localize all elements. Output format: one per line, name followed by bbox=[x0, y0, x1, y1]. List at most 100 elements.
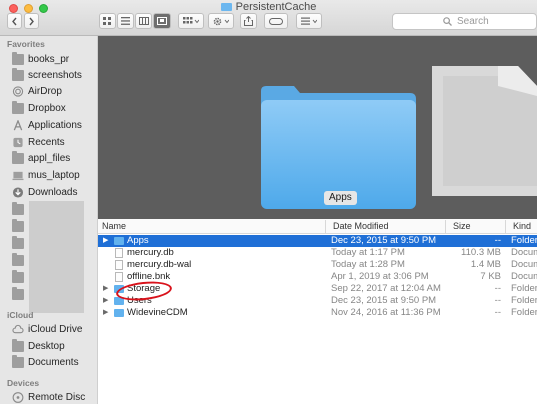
finder-window: PersistentCache Search Favorites books_p… bbox=[0, 0, 537, 404]
document-icon bbox=[115, 272, 123, 282]
disclosure-triangle-icon[interactable]: ▶ bbox=[103, 307, 108, 319]
row-name: mercury.db-wal bbox=[127, 259, 192, 270]
sidebar-item-redacted[interactable] bbox=[12, 270, 28, 285]
sidebar-item-desktop[interactable]: Desktop bbox=[12, 339, 65, 354]
column-view-button[interactable] bbox=[135, 13, 152, 29]
folder-icon bbox=[114, 309, 124, 317]
row-date: Today at 1:28 PM bbox=[331, 259, 405, 270]
recents-icon bbox=[13, 137, 23, 148]
sidebar-item-airdrop[interactable]: AirDrop bbox=[12, 84, 62, 99]
column-header-kind[interactable]: Kind bbox=[513, 221, 531, 231]
arrange-grid-icon bbox=[183, 16, 199, 23]
row-kind: Folder bbox=[511, 283, 537, 294]
column-headers: Name Date Modified Size Kind bbox=[98, 219, 537, 234]
sidebar-item-documents[interactable]: Documents bbox=[12, 355, 79, 370]
document-icon bbox=[115, 248, 123, 258]
search-field[interactable]: Search bbox=[392, 13, 537, 30]
list-view-button[interactable] bbox=[117, 13, 134, 29]
table-row[interactable]: ▶ Users Dec 23, 2015 at 9:50 PM -- Folde… bbox=[98, 295, 537, 307]
sidebar-item-downloads[interactable]: Downloads bbox=[12, 185, 77, 200]
row-size: 1.4 MB bbox=[470, 259, 501, 270]
sidebar-item-redacted[interactable] bbox=[12, 202, 28, 217]
column-header-date[interactable]: Date Modified bbox=[333, 221, 389, 231]
table-row[interactable]: mercury.db-wal Today at 1:28 PM 1.4 MB D… bbox=[98, 259, 537, 271]
action-button[interactable] bbox=[208, 13, 234, 29]
cover-flow-view-button[interactable] bbox=[153, 13, 171, 29]
row-date: Today at 1:17 PM bbox=[331, 247, 405, 258]
sidebar-item-mus-laptop[interactable]: mus_laptop bbox=[12, 168, 80, 183]
sidebar-item-label: Remote Disc bbox=[28, 392, 86, 403]
table-row[interactable]: offline.bnk Apr 1, 2019 at 3:06 PM 7 KB … bbox=[98, 271, 537, 283]
toolbar: PersistentCache Search bbox=[0, 0, 537, 36]
sidebar-item-screenshots[interactable]: screenshots bbox=[12, 68, 82, 83]
sidebar-item-redacted[interactable] bbox=[12, 287, 28, 302]
sidebar-item-icloud-drive[interactable]: iCloud Drive bbox=[12, 322, 82, 337]
folder-icon bbox=[12, 236, 24, 249]
column-divider[interactable] bbox=[445, 220, 446, 233]
computer-icon bbox=[12, 171, 24, 181]
sidebar-item-redacted[interactable] bbox=[12, 219, 28, 234]
quick-look-button[interactable] bbox=[296, 13, 322, 29]
disclosure-triangle-icon[interactable]: ▶ bbox=[103, 235, 108, 247]
sidebar-item-recents[interactable]: Recents bbox=[12, 135, 65, 150]
icon-view-button[interactable] bbox=[99, 13, 116, 29]
sidebar-item-books-pr[interactable]: books_pr bbox=[12, 52, 69, 67]
sidebar-item-dropbox[interactable]: Dropbox bbox=[12, 101, 66, 116]
row-date: Dec 23, 2015 at 9:50 PM bbox=[331, 235, 437, 246]
chevron-right-icon bbox=[29, 17, 34, 25]
sidebar-item-label: Downloads bbox=[28, 187, 78, 198]
sidebar-item-label: screenshots bbox=[28, 70, 82, 81]
row-date: Sep 22, 2017 at 12:04 AM bbox=[331, 283, 441, 294]
file-list: Name Date Modified Size Kind ▶ Apps Dec … bbox=[98, 219, 537, 404]
column-header-name[interactable]: Name bbox=[102, 221, 126, 231]
disclosure-triangle-icon[interactable]: ▶ bbox=[103, 283, 108, 295]
row-kind: Folder bbox=[511, 295, 537, 306]
disclosure-triangle-icon[interactable]: ▶ bbox=[103, 295, 108, 307]
row-size: 110.3 MB bbox=[461, 247, 501, 258]
window-title-text: PersistentCache bbox=[235, 1, 317, 13]
favorites-header: Favorites bbox=[7, 39, 45, 49]
row-size: -- bbox=[494, 235, 501, 246]
folder-icon bbox=[12, 253, 24, 266]
column-divider[interactable] bbox=[505, 220, 506, 233]
share-icon bbox=[244, 16, 253, 26]
edit-tags-button[interactable] bbox=[264, 13, 288, 29]
folder-icon bbox=[114, 237, 124, 245]
table-row[interactable]: mercury.db Today at 1:17 PM 110.3 MB Doc… bbox=[98, 247, 537, 259]
row-kind: Docum bbox=[511, 271, 537, 282]
desktop-icon bbox=[12, 339, 24, 352]
folder-icon bbox=[12, 270, 24, 283]
sidebar-item-label: Dropbox bbox=[28, 103, 66, 114]
cover-flow-preview[interactable]: Apps bbox=[98, 36, 537, 219]
forward-button[interactable] bbox=[24, 13, 39, 29]
arrange-button[interactable] bbox=[178, 13, 204, 29]
search-icon bbox=[443, 17, 452, 26]
sidebar-item-label: Documents bbox=[28, 357, 79, 368]
dropbox-icon bbox=[12, 101, 24, 114]
gear-icon bbox=[213, 17, 229, 25]
folder-icon bbox=[12, 219, 24, 232]
sidebar-item-label: Applications bbox=[28, 120, 82, 131]
sidebar-item-redacted[interactable] bbox=[12, 253, 28, 268]
share-button[interactable] bbox=[240, 13, 257, 29]
table-row[interactable]: ▶ Apps Dec 23, 2015 at 9:50 PM -- Folder bbox=[98, 235, 537, 247]
sidebar-item-appl-files[interactable]: appl_files bbox=[12, 151, 70, 166]
preview-label: Apps bbox=[324, 191, 357, 205]
row-size: -- bbox=[494, 283, 501, 294]
back-button[interactable] bbox=[7, 13, 22, 29]
row-kind: Docum bbox=[511, 247, 537, 258]
list-icon bbox=[121, 17, 130, 25]
sidebar-item-redacted[interactable] bbox=[12, 236, 28, 251]
cloud-icon bbox=[12, 324, 24, 334]
folder-icon bbox=[12, 151, 24, 164]
row-date: Apr 1, 2019 at 3:06 PM bbox=[331, 271, 429, 282]
devices-header: Devices bbox=[7, 378, 40, 388]
table-row[interactable]: ▶ WidevineCDM Nov 24, 2016 at 11:36 PM -… bbox=[98, 307, 537, 319]
sidebar-item-remote-disc[interactable]: Remote Disc bbox=[12, 390, 85, 404]
document-icon bbox=[432, 66, 537, 196]
column-header-size[interactable]: Size bbox=[453, 221, 471, 231]
sidebar-item-label: AirDrop bbox=[28, 86, 62, 97]
column-divider[interactable] bbox=[325, 220, 326, 233]
folder-icon bbox=[12, 68, 24, 81]
sidebar-item-applications[interactable]: Applications bbox=[12, 118, 82, 133]
